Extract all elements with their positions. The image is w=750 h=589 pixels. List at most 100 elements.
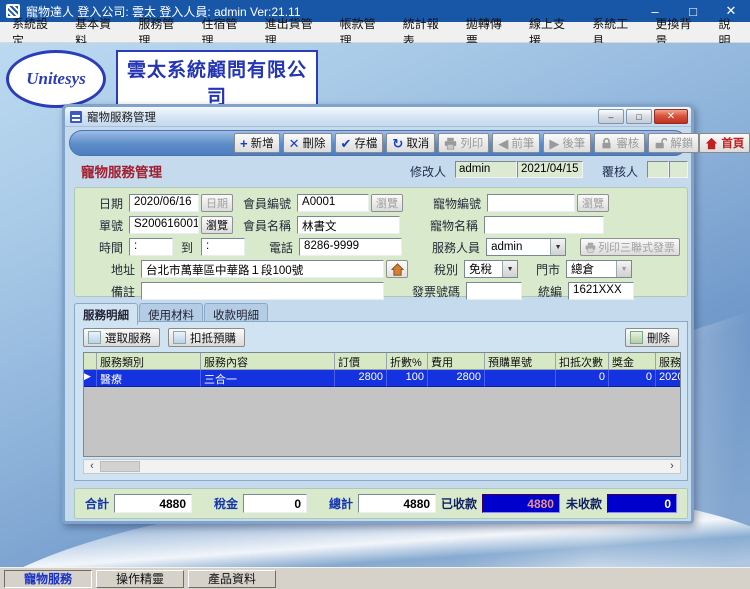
cell-bonus[interactable]: 0 bbox=[609, 370, 656, 387]
page-title: 寵物服務管理 bbox=[81, 165, 162, 180]
scrollbar-thumb[interactable] bbox=[100, 461, 140, 472]
note-label: 備註 bbox=[111, 284, 136, 299]
scroll-right-icon[interactable]: › bbox=[664, 460, 680, 473]
company-name-zh: 雲太系統顧問有限公司 bbox=[126, 60, 307, 108]
cell-service-date[interactable]: 2020/06/1 bbox=[656, 370, 680, 387]
service-grid: 服務類別 服務內容 訂價 折數% 費用 預購單號 扣抵次數 獎金 服務日期 ▶ … bbox=[83, 352, 681, 457]
dialog-close-button[interactable]: ✕ bbox=[654, 109, 688, 124]
delete-row-icon bbox=[630, 331, 643, 344]
address-label: 地址 bbox=[111, 262, 136, 277]
pet-name-field[interactable] bbox=[484, 216, 605, 234]
app-icon bbox=[6, 4, 20, 18]
bottom-taskbar: 寵物服務 操作精靈 產品資料 bbox=[0, 567, 750, 589]
delete-row-button[interactable]: 刪除 bbox=[625, 328, 679, 347]
staff-label: 服務人員 bbox=[432, 240, 481, 255]
total-value: 4880 bbox=[358, 494, 437, 513]
cancel-button[interactable]: ↻ 取消 bbox=[386, 133, 436, 153]
tab-service-detail[interactable]: 服務明細 bbox=[74, 303, 138, 325]
received-label: 已收款 bbox=[440, 497, 477, 511]
order-no-field[interactable]: S200616001 bbox=[129, 216, 200, 234]
print-invoice-button: 列印三聯式發票 bbox=[580, 238, 681, 256]
subtotal-label: 合計 bbox=[85, 497, 110, 511]
time-to-field[interactable]: : bbox=[201, 238, 246, 256]
pet-browse-button: 瀏覽 bbox=[577, 194, 610, 212]
unreceived-value: 0 bbox=[607, 494, 677, 513]
reviewed-date bbox=[669, 161, 688, 178]
taskbar-pet-service[interactable]: 寵物服務 bbox=[4, 569, 92, 588]
member-browse-button: 瀏覽 bbox=[371, 194, 404, 212]
tax-type-select[interactable]: 免稅 ▼ bbox=[464, 260, 519, 278]
address-map-button[interactable] bbox=[386, 260, 409, 278]
note-field[interactable] bbox=[141, 282, 385, 300]
dialog-titlebar[interactable]: 寵物服務管理 – □ ✕ bbox=[65, 107, 691, 127]
previous-record-button: ◀ 前筆 bbox=[492, 133, 541, 153]
cell-service-desc[interactable]: 三合一 bbox=[201, 370, 335, 387]
col-list-price[interactable]: 訂價 bbox=[335, 353, 387, 370]
table-row[interactable]: ▶ 醫療 三合一 2800 100 2800 0 0 2020/06/1 bbox=[84, 370, 680, 387]
order-browse-button[interactable]: 瀏覽 bbox=[201, 216, 234, 234]
dialog-header: 寵物服務管理 修改人 admin 2021/04/15 覆核人 bbox=[65, 159, 691, 183]
invoice-no-field[interactable] bbox=[466, 282, 523, 300]
col-bonus[interactable]: 獎金 bbox=[609, 353, 656, 370]
print-button: 列印 bbox=[438, 133, 490, 153]
col-prepaid-no[interactable]: 預購單號 bbox=[485, 353, 556, 370]
reviewer-value bbox=[647, 161, 669, 178]
staff-select[interactable]: admin ▼ bbox=[486, 238, 567, 256]
col-service-type[interactable]: 服務類別 bbox=[97, 353, 201, 370]
cell-list-price[interactable]: 2800 bbox=[335, 370, 387, 387]
col-discount[interactable]: 折數% bbox=[387, 353, 428, 370]
pet-name-label: 寵物名稱 bbox=[430, 218, 479, 233]
printer-icon bbox=[585, 242, 596, 253]
new-button[interactable]: + 新增 bbox=[234, 133, 280, 153]
col-service-desc[interactable]: 服務內容 bbox=[201, 353, 335, 370]
deduct-prepaid-button[interactable]: 扣抵預購 bbox=[168, 328, 245, 347]
form-panel: 日期 2020/06/16 日期 會員編號 A0001 瀏覽 寵物編號 瀏覽 單… bbox=[74, 187, 688, 300]
cell-deduct-times[interactable]: 0 bbox=[556, 370, 609, 387]
dialog-restore-button[interactable]: □ bbox=[626, 109, 652, 124]
date-label: 日期 bbox=[99, 196, 124, 211]
address-field[interactable]: 台北市萬華區中華路１段100號 bbox=[141, 260, 385, 278]
cell-fee[interactable]: 2800 bbox=[428, 370, 485, 387]
select-service-icon bbox=[88, 331, 101, 344]
col-service-date[interactable]: 服務日期 bbox=[656, 353, 680, 370]
time-from-field[interactable]: : bbox=[129, 238, 174, 256]
date-field[interactable]: 2020/06/16 bbox=[129, 194, 200, 212]
scroll-left-icon[interactable]: ‹ bbox=[84, 460, 100, 473]
cell-prepaid-no[interactable] bbox=[485, 370, 556, 387]
pet-no-label: 寵物編號 bbox=[433, 196, 482, 211]
col-deduct-times[interactable]: 扣抵次數 bbox=[556, 353, 609, 370]
col-fee[interactable]: 費用 bbox=[428, 353, 485, 370]
select-service-button[interactable]: 選取服務 bbox=[83, 328, 160, 347]
taskbar-operation-wizard[interactable]: 操作精靈 bbox=[96, 569, 184, 588]
taskbar-product-data[interactable]: 產品資料 bbox=[188, 569, 276, 588]
home-icon bbox=[706, 137, 718, 149]
date-picker-button: 日期 bbox=[201, 194, 234, 212]
chevron-down-icon[interactable]: ▼ bbox=[502, 261, 518, 277]
pet-no-field[interactable] bbox=[487, 194, 576, 212]
invoice-no-label: 發票號碼 bbox=[412, 284, 461, 299]
save-button[interactable]: ✔ 存檔 bbox=[334, 133, 384, 153]
delete-button[interactable]: ✕ 刪除 bbox=[282, 133, 332, 153]
tax-id-field[interactable]: 1621XXX bbox=[568, 282, 635, 300]
member-name-field[interactable]: 林書文 bbox=[297, 216, 401, 234]
member-name-label: 會員名稱 bbox=[243, 218, 292, 233]
deduct-prepaid-icon bbox=[173, 331, 186, 344]
home-button[interactable]: 首頁 bbox=[699, 133, 750, 153]
tax-label: 稅金 bbox=[214, 497, 239, 511]
cell-discount[interactable]: 100 bbox=[387, 370, 428, 387]
dialog-minimize-button[interactable]: – bbox=[598, 109, 624, 124]
tax-id-label: 統編 bbox=[538, 284, 563, 299]
to-label: 到 bbox=[181, 240, 194, 255]
unreceived-label: 未收款 bbox=[565, 497, 602, 511]
horizontal-scrollbar[interactable]: ‹ › bbox=[83, 459, 681, 474]
plus-icon: + bbox=[240, 135, 248, 151]
unlock-icon bbox=[655, 137, 668, 148]
order-no-label: 單號 bbox=[99, 218, 124, 233]
phone-label: 電話 bbox=[269, 240, 294, 255]
chevron-down-icon[interactable]: ▼ bbox=[550, 239, 566, 255]
phone-field[interactable]: 8286-9999 bbox=[299, 238, 403, 256]
tax-type-label: 稅別 bbox=[434, 262, 459, 277]
house-icon bbox=[390, 262, 404, 276]
cell-service-type[interactable]: 醫療 bbox=[97, 370, 201, 387]
member-no-field[interactable]: A0001 bbox=[297, 194, 370, 212]
